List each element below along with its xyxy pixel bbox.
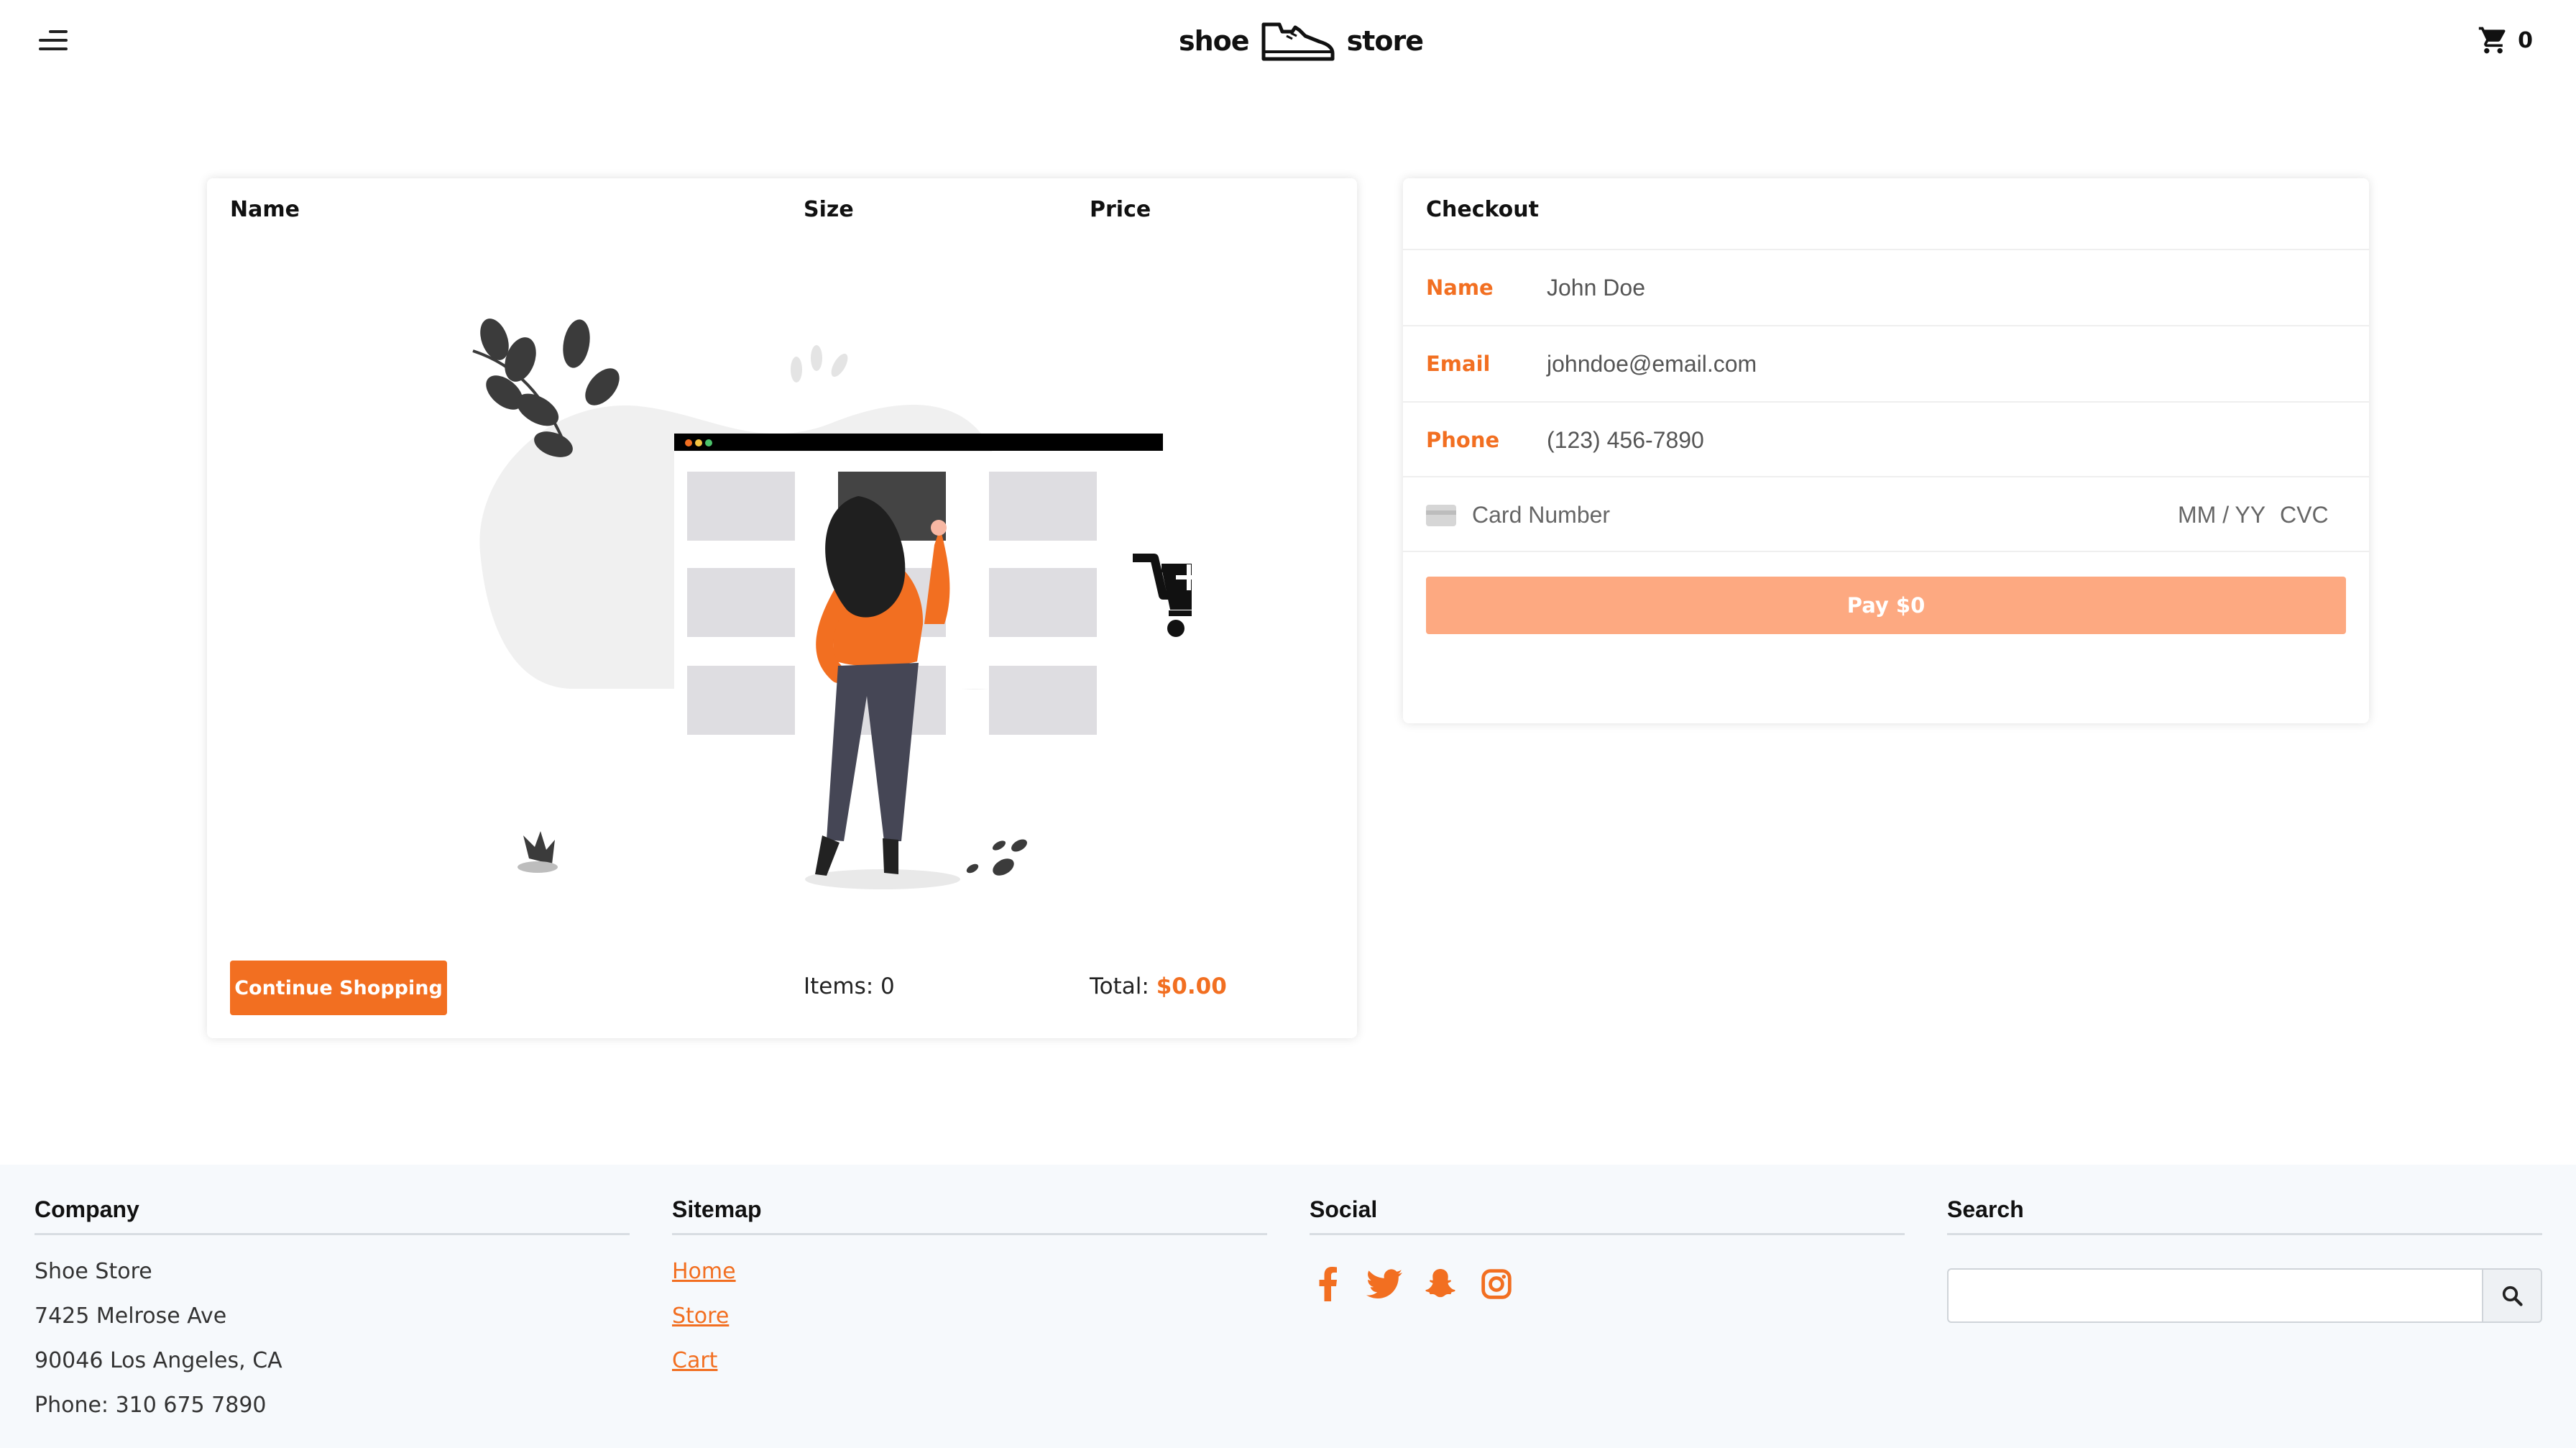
facebook-icon[interactable] [1310, 1265, 1347, 1303]
checkout-panel: Checkout Name John Doe Email johndoe@ema… [1403, 178, 2369, 723]
company-city: 90046 Los Angeles, CA [34, 1348, 282, 1373]
footer: Company Shoe Store 7425 Melrose Ave 9004… [0, 1165, 2576, 1448]
snapchat-icon[interactable] [1422, 1265, 1459, 1303]
logo-text-right: store [1346, 25, 1424, 57]
items-count: Items: 0 [804, 973, 895, 999]
company-name: Shoe Store [34, 1259, 152, 1284]
column-header-size: Size [804, 197, 854, 222]
header-cart[interactable]: 0 [2478, 24, 2533, 56]
total-value: $0.00 [1156, 973, 1227, 999]
cart-count-badge: 0 [2518, 27, 2533, 53]
footer-search: Search [1947, 1196, 2542, 1323]
search-input[interactable] [1947, 1268, 2482, 1323]
pay-button[interactable]: Pay $0 [1426, 577, 2346, 634]
checkout-name-row[interactable]: Name John Doe [1403, 249, 2369, 325]
cart-total: Total: $0.00 [1090, 973, 1227, 999]
email-label: Email [1426, 352, 1491, 376]
sitemap-link-cart[interactable]: Cart [672, 1339, 1267, 1383]
cart-panel: Name Size Price Continue Shopping Items:… [207, 178, 1357, 1038]
search-button[interactable] [2482, 1268, 2542, 1323]
footer-company-title: Company [34, 1196, 630, 1235]
credit-card-icon [1426, 505, 1456, 526]
twitter-icon[interactable] [1366, 1265, 1403, 1303]
footer-social: Social [1310, 1196, 1905, 1303]
card-expiry-input[interactable]: MM / YY [2178, 502, 2266, 528]
sitemap-link-home[interactable]: Home [672, 1250, 1267, 1294]
search-icon [2502, 1286, 2523, 1306]
continue-shopping-button[interactable]: Continue Shopping [230, 961, 447, 1015]
company-street: 7425 Melrose Ave [34, 1303, 227, 1329]
company-phone: Phone: 310 675 7890 [34, 1393, 267, 1418]
footer-sitemap: Sitemap Home Store Cart [672, 1196, 1267, 1383]
column-header-name: Name [230, 197, 300, 222]
email-field[interactable]: johndoe@email.com [1547, 351, 1757, 377]
checkout-title: Checkout [1426, 197, 1539, 222]
checkout-phone-row[interactable]: Phone (123) 456-7890 [1403, 401, 2369, 477]
card-input-row[interactable]: Card Number MM / YY CVC [1403, 476, 2369, 552]
instagram-icon[interactable] [1478, 1265, 1515, 1303]
logo-text-left: shoe [1179, 25, 1250, 57]
checkout-email-row[interactable]: Email johndoe@email.com [1403, 325, 2369, 401]
footer-social-title: Social [1310, 1196, 1905, 1235]
footer-company: Company Shoe Store 7425 Melrose Ave 9004… [34, 1196, 630, 1428]
menu-toggle-icon[interactable] [33, 27, 68, 55]
shoe-icon [1261, 22, 1335, 61]
search-box [1947, 1268, 2542, 1323]
cart-icon [2478, 27, 2506, 54]
footer-search-title: Search [1947, 1196, 2542, 1235]
logo[interactable]: shoe store [1179, 17, 1424, 65]
total-label: Total: [1090, 973, 1149, 999]
card-cvc-input[interactable]: CVC [2280, 502, 2329, 528]
footer-sitemap-title: Sitemap [672, 1196, 1267, 1235]
name-label: Name [1426, 275, 1494, 300]
card-number-input[interactable]: Card Number [1472, 502, 2047, 528]
column-header-price: Price [1090, 197, 1151, 222]
name-field[interactable]: John Doe [1547, 275, 1645, 301]
top-navbar: shoe store 0 [0, 0, 2576, 82]
sitemap-link-store[interactable]: Store [672, 1294, 1267, 1339]
empty-cart-illustration [472, 319, 1192, 889]
phone-field[interactable]: (123) 456-7890 [1547, 427, 1704, 454]
phone-label: Phone [1426, 428, 1500, 452]
